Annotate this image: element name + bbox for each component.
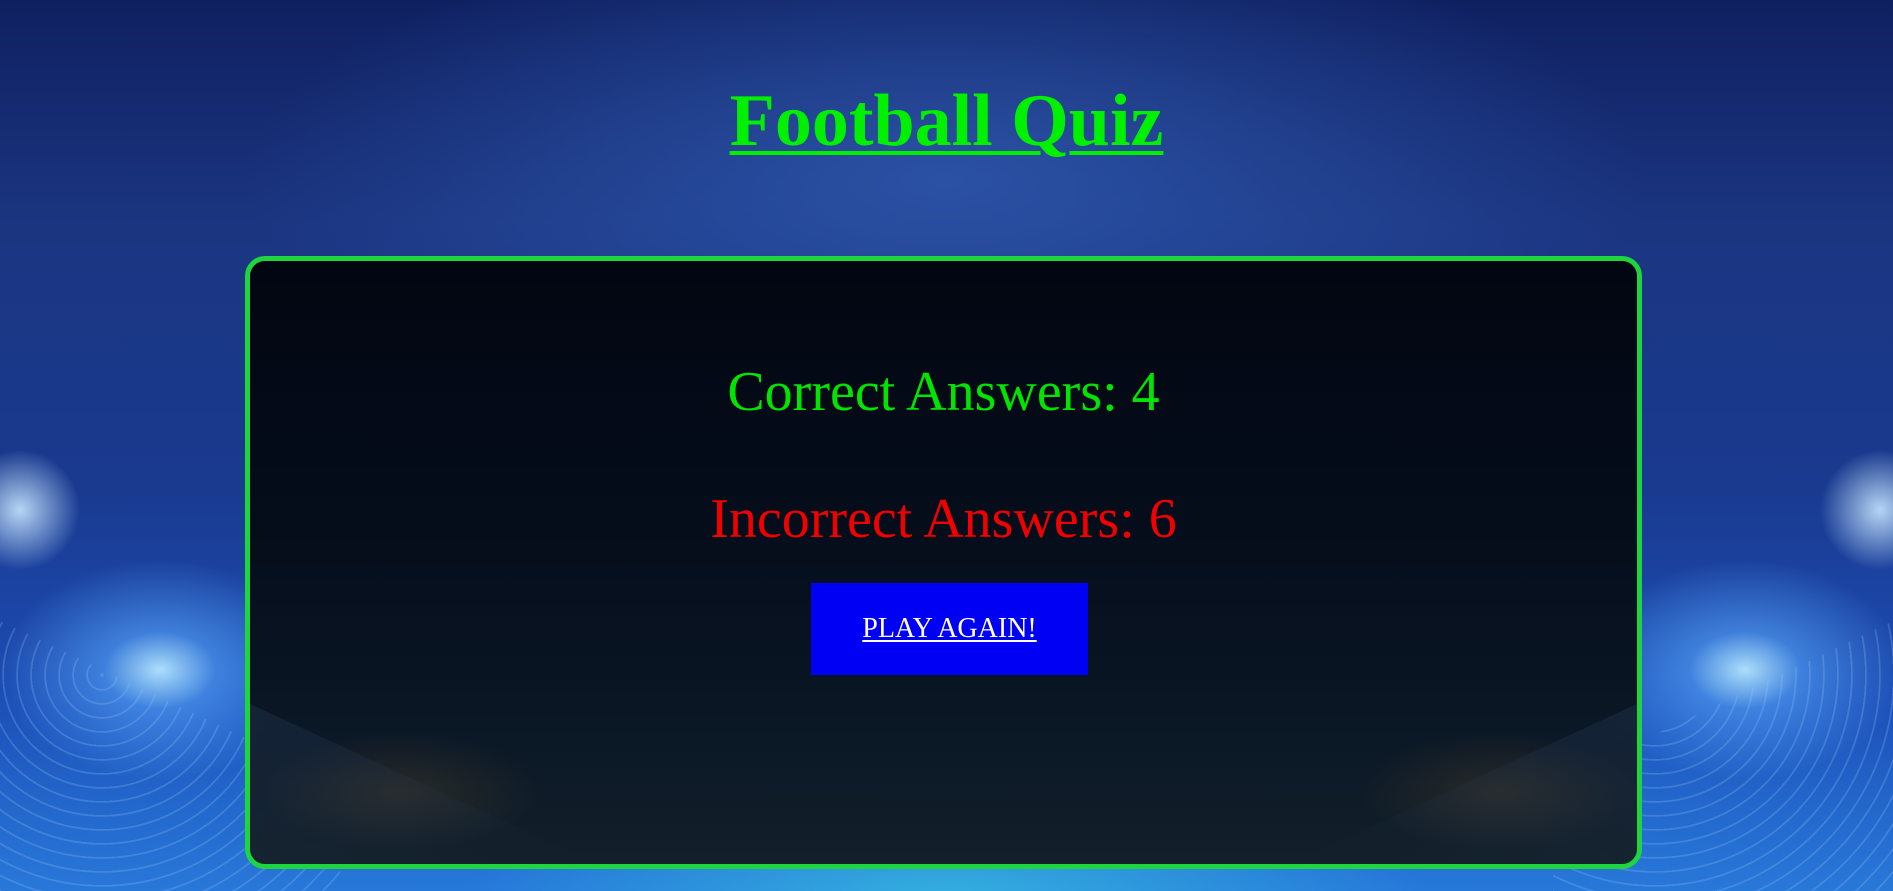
incorrect-answers-text: Incorrect Answers: 6 bbox=[710, 488, 1177, 550]
results-panel: Correct Answers: 4 Incorrect Answers: 6 … bbox=[245, 256, 1642, 869]
page-title: Football Quiz bbox=[729, 80, 1164, 162]
correct-answers-text: Correct Answers: 4 bbox=[727, 361, 1160, 423]
play-again-button[interactable]: PLAY AGAIN! bbox=[811, 583, 1088, 675]
panel-background-decoration bbox=[250, 704, 1637, 864]
